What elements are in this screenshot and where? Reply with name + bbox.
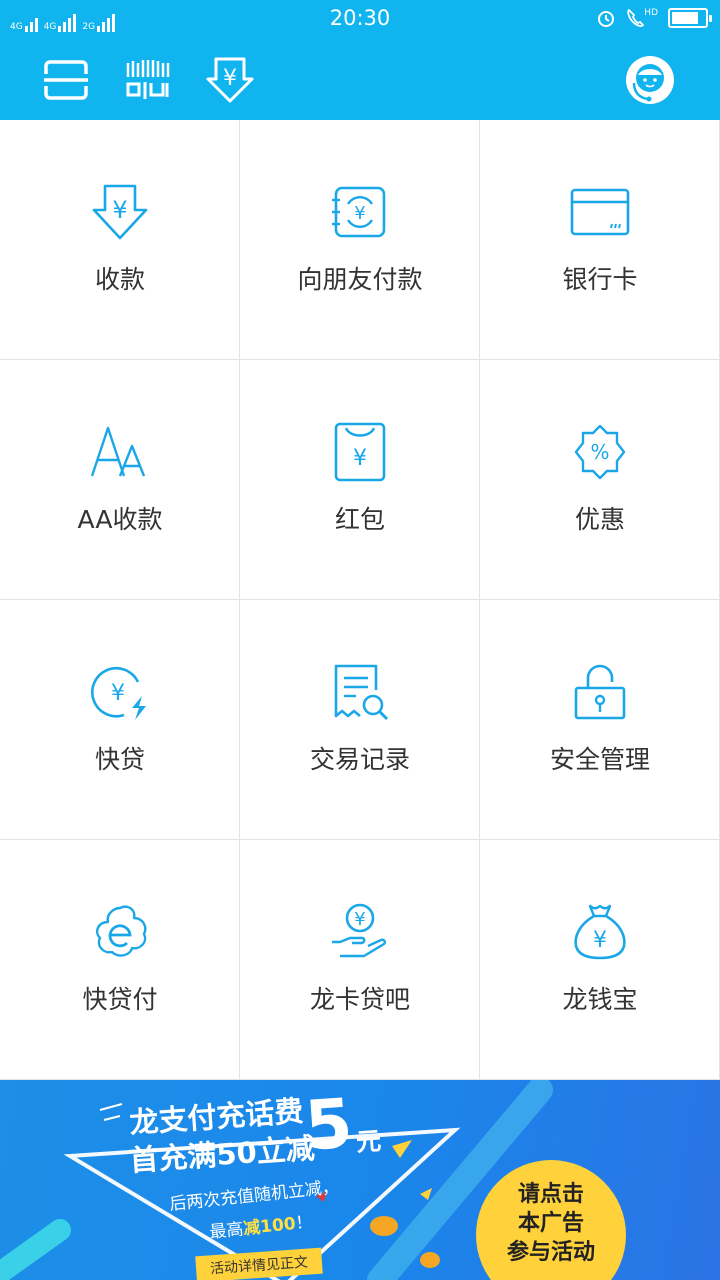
grid-item-label: 安全管理: [549, 745, 650, 774]
grid-item-label: 优惠: [574, 505, 625, 534]
scan-button[interactable]: [38, 52, 94, 108]
svg-text:¥: ¥: [353, 446, 367, 471]
banner-amount: 5: [302, 1084, 356, 1167]
svg-text:¥: ¥: [112, 196, 127, 224]
quick-loan-icon: ¥: [91, 666, 146, 720]
grid-item-label: 龙卡贷吧: [309, 985, 410, 1014]
status-bar: 4G 4G 2G 20:30 HD: [0, 0, 720, 40]
grid-item-label: 银行卡: [562, 265, 638, 294]
hd-label: HD: [644, 8, 658, 18]
feature-grid: ¥ 收款 ¥ 向朋友付款 银行卡 AA收款 ¥ 红包 % 优惠 ¥ 快贷 交易记…: [0, 120, 720, 1080]
grid-item-label: 龙钱宝: [562, 985, 638, 1014]
banner-sub-prefix: 最高: [208, 1219, 245, 1243]
grid-item-transaction-record[interactable]: 交易记录: [240, 600, 480, 840]
svg-text:¥: ¥: [354, 909, 365, 930]
status-icons: HD: [596, 8, 712, 28]
battery-icon: [668, 8, 712, 28]
grid-item-label: AA收款: [77, 505, 163, 534]
grid-item-security[interactable]: 安全管理: [480, 600, 720, 840]
card-loan-icon: ¥: [332, 903, 386, 958]
receive-button[interactable]: ¥: [202, 52, 258, 108]
grid-item-money-bag[interactable]: ¥ 龙钱宝: [480, 840, 720, 1080]
money-bag-icon: ¥: [574, 904, 626, 960]
svg-text:¥: ¥: [354, 203, 365, 224]
banner-cta-line2: 本广告: [517, 1211, 584, 1236]
top-toolbar: ¥: [0, 40, 720, 120]
svg-text:¥: ¥: [223, 66, 237, 91]
banner-cta-line3: 参与活动: [506, 1240, 595, 1265]
grid-item-card-loan[interactable]: ¥ 龙卡贷吧: [240, 840, 480, 1080]
grid-item-aa-receive[interactable]: AA收款: [0, 360, 240, 600]
grid-item-red-packet[interactable]: ¥ 红包: [240, 360, 480, 600]
banner-cta-line1: 请点击: [517, 1182, 584, 1207]
grid-item-quick-loan-pay[interactable]: 快贷付: [0, 840, 240, 1080]
security-lock-icon: [574, 664, 626, 720]
promo-banner[interactable]: 龙支付充话费 首充满50立减 5 元 后两次充值随机立减， 最高减100！ 活动…: [0, 1080, 720, 1280]
receive-yuan-icon: ¥: [206, 57, 254, 103]
grid-item-label: 红包: [334, 505, 385, 534]
grid-item-label: 交易记录: [309, 745, 410, 774]
grid-item-quick-loan[interactable]: ¥ 快贷: [0, 600, 240, 840]
grid-item-bank-card[interactable]: 银行卡: [480, 120, 720, 360]
receive-yuan-icon: ¥: [92, 184, 148, 240]
banner-unit: 元: [355, 1126, 383, 1157]
bank-card-icon: [570, 188, 630, 236]
qr-pay-button[interactable]: [120, 52, 176, 108]
alarm-icon: [598, 11, 615, 27]
quick-loan-pay-icon: [96, 905, 147, 957]
svg-text:¥: ¥: [111, 681, 125, 706]
grid-item-receive[interactable]: ¥ 收款: [0, 120, 240, 360]
grid-item-label: 收款: [94, 265, 145, 294]
discount-icon: %: [574, 424, 626, 480]
qr-pay-icon: [126, 60, 170, 99]
banner-sub-suffix: ！: [294, 1212, 314, 1234]
svg-text:¥: ¥: [593, 928, 607, 953]
scan-icon: [44, 60, 88, 100]
aa-icon: [90, 426, 146, 477]
grid-item-label: 快贷付: [82, 985, 158, 1014]
transaction-record-icon: [334, 664, 389, 721]
svg-text:%: %: [590, 440, 609, 464]
customer-service-icon: [626, 56, 674, 104]
grid-item-pay-friend[interactable]: ¥ 向朋友付款: [240, 120, 480, 360]
grid-item-discount[interactable]: % 优惠: [480, 360, 720, 600]
customer-service-button[interactable]: [622, 52, 678, 108]
transfer-friend-icon: ¥: [332, 186, 386, 238]
grid-item-label: 向朋友付款: [297, 265, 423, 294]
red-packet-icon: ¥: [334, 422, 386, 482]
phone-icon: [627, 8, 645, 27]
grid-item-label: 快贷: [94, 745, 145, 774]
